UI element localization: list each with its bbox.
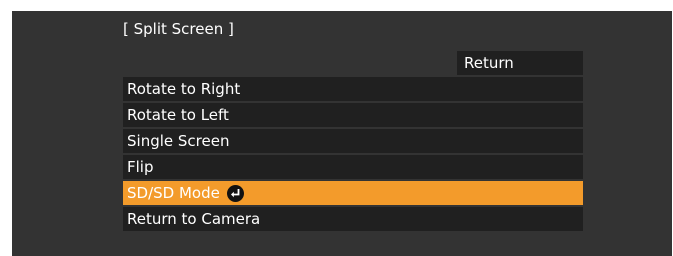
enter-icon	[226, 184, 244, 202]
menu-item-label: SD/SD Mode	[127, 184, 220, 202]
menu-item-single-screen[interactable]: Single Screen	[123, 129, 583, 153]
split-screen-options-list: Rotate to Right Rotate to Left Single Sc…	[123, 77, 583, 233]
menu-item-return-to-camera[interactable]: Return to Camera	[123, 207, 583, 231]
menu-item-label: Single Screen	[127, 132, 230, 150]
menu-item-rotate-to-left[interactable]: Rotate to Left	[123, 103, 583, 127]
return-button[interactable]: Return	[457, 51, 583, 75]
menu-item-rotate-to-right[interactable]: Rotate to Right	[123, 77, 583, 101]
menu-item-flip[interactable]: Flip	[123, 155, 583, 179]
menu-item-label: Return to Camera	[127, 210, 261, 228]
menu-item-sd-sd-mode[interactable]: SD/SD Mode	[123, 181, 583, 205]
menu-item-label: Rotate to Right	[127, 80, 241, 98]
menu-title: [ Split Screen ]	[123, 20, 234, 38]
menu-item-label: Rotate to Left	[127, 106, 229, 124]
menu-item-label: Flip	[127, 158, 154, 176]
